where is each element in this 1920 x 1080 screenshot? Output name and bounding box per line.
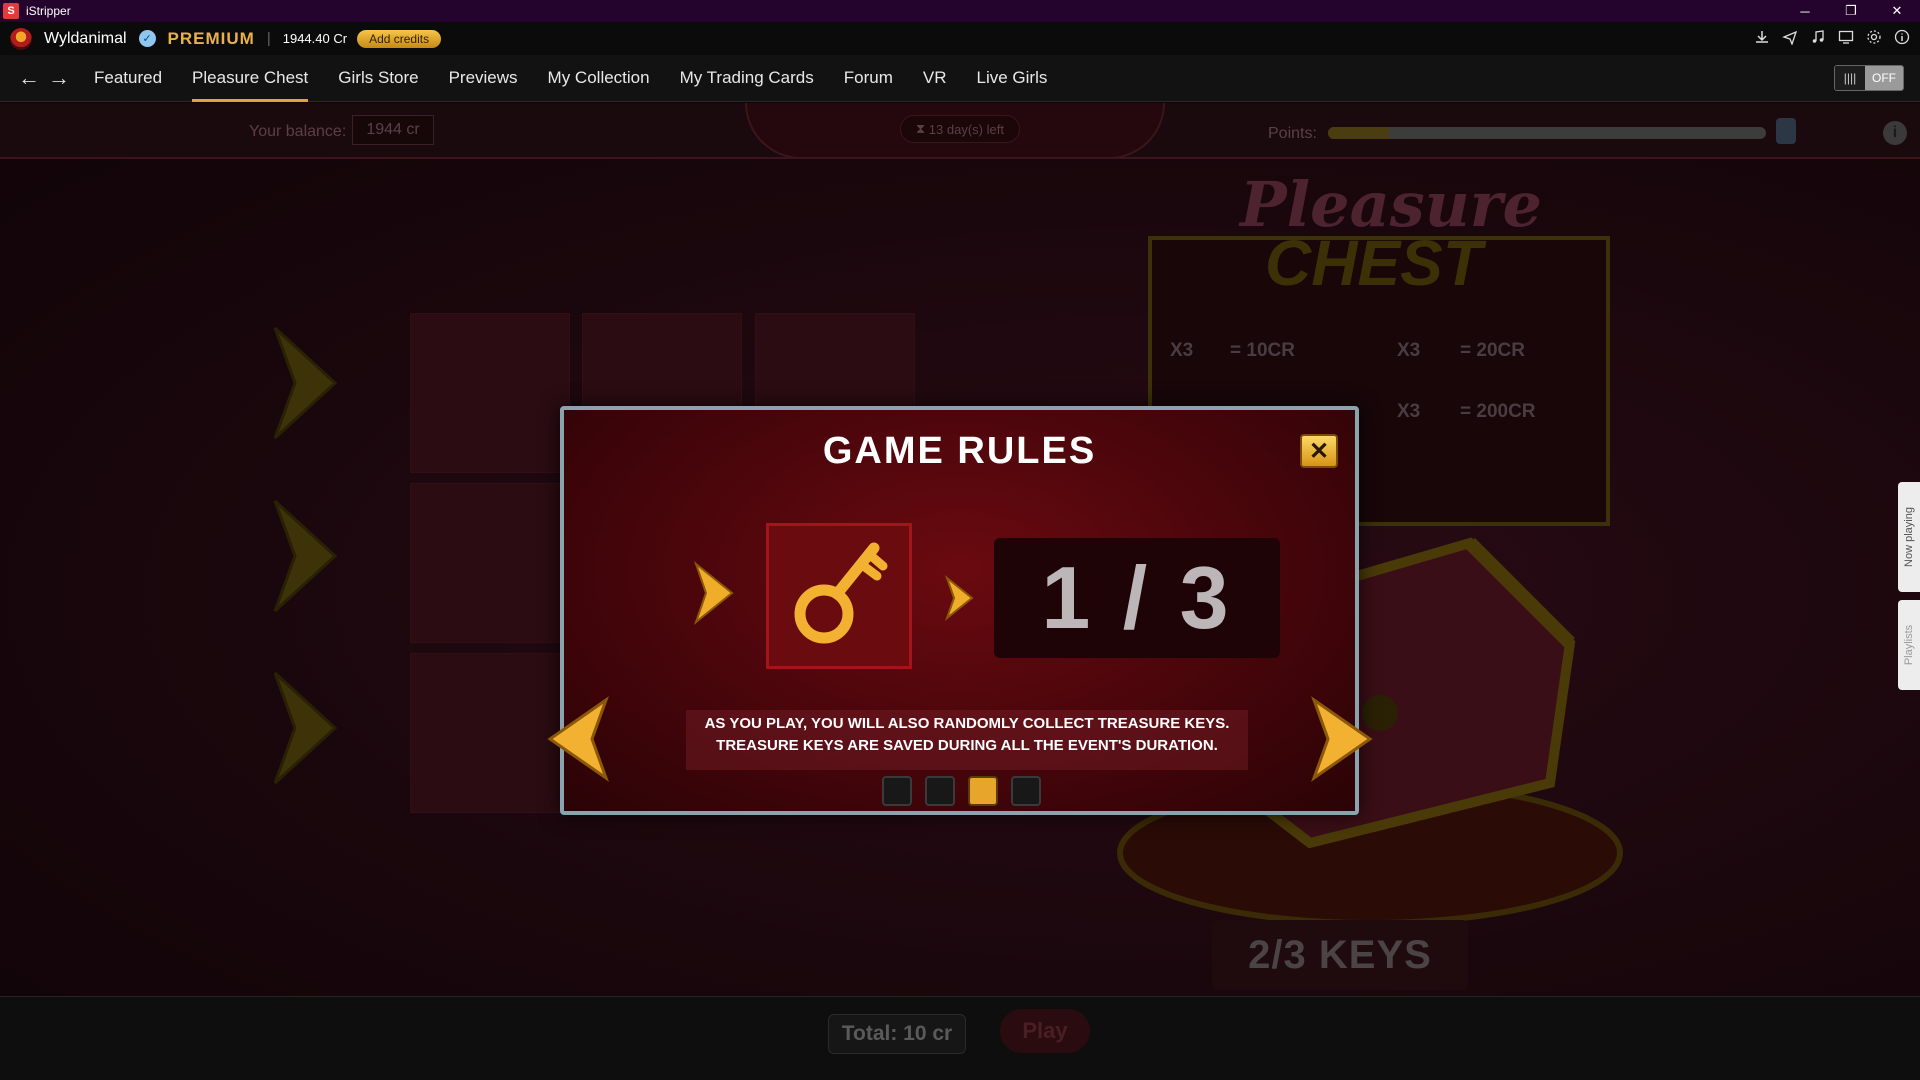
username[interactable]: Wyldanimal: [44, 30, 127, 48]
nav-girls-store[interactable]: Girls Store: [338, 55, 418, 102]
nav-vr[interactable]: VR: [923, 55, 947, 102]
nav-pleasure-chest[interactable]: Pleasure Chest: [192, 55, 309, 102]
toggle-state: OFF: [1865, 66, 1903, 90]
key-tile: [766, 523, 912, 669]
page-dot-active[interactable]: [968, 776, 998, 806]
window-title: iStripper: [26, 4, 71, 18]
keys-counter: 1 / 3: [994, 538, 1280, 658]
page-dot[interactable]: [882, 776, 912, 806]
nav-my-collection[interactable]: My Collection: [548, 55, 650, 102]
bars-icon: ||||: [1835, 66, 1865, 90]
page-indicator: [882, 776, 1041, 806]
play-button[interactable]: Play: [1000, 1009, 1090, 1053]
days-left-text: 13 day(s) left: [928, 121, 1004, 137]
app-logo-icon: S: [3, 3, 19, 19]
small-chevron-icon: [693, 561, 734, 625]
chest-logo: CHEST: [1265, 227, 1482, 299]
row-arrow-icon: [273, 326, 338, 440]
rules-line-1: AS YOU PLAY, YOU WILL ALSO RANDOMLY COLL…: [704, 715, 1230, 732]
slot-reel: [410, 313, 570, 473]
settings-icon[interactable]: [1864, 27, 1884, 47]
back-arrow-icon[interactable]: ←: [14, 65, 44, 91]
prize-value: = 10CR: [1230, 340, 1295, 361]
info-icon[interactable]: [1892, 27, 1912, 47]
bottom-bar: Total: 10 cr Play: [0, 996, 1920, 1080]
prize-value: = 200CR: [1460, 401, 1536, 422]
slot-reel: [410, 483, 570, 643]
close-dialog-button[interactable]: ✕: [1300, 434, 1338, 468]
prize-qty: X3: [1397, 340, 1421, 361]
premium-badge: PREMIUM: [167, 28, 255, 48]
toolbar-icons: [1752, 27, 1912, 47]
display-toggle[interactable]: |||| OFF: [1834, 65, 1904, 91]
total-cost: Total: 10 cr: [828, 1014, 966, 1054]
rules-line-2: TREASURE KEYS ARE SAVED DURING ALL THE E…: [716, 737, 1218, 754]
send-icon[interactable]: [1780, 27, 1800, 47]
now-playing-label: Now playing: [1903, 507, 1916, 567]
verified-icon: ✓: [138, 30, 156, 47]
window-titlebar: S iStripper ─ ❐ ✕: [0, 0, 1920, 22]
game-rules-dialog: GAME RULES ✕ 1 / 3 AS YOU PLAY, YOU WILL…: [560, 406, 1359, 815]
dialog-title: GAME RULES: [822, 430, 1097, 472]
minimize-button[interactable]: ─: [1782, 0, 1828, 22]
monitor-icon[interactable]: [1836, 27, 1856, 47]
prize-qty: X3: [1397, 401, 1421, 422]
playlists-tab[interactable]: Playlists: [1898, 600, 1920, 690]
points-progress-bar: [1328, 127, 1766, 139]
golden-key-icon: [794, 542, 888, 644]
info-icon[interactable]: i: [1883, 121, 1907, 145]
nav-previews[interactable]: Previews: [449, 55, 518, 102]
playlists-label: Playlists: [1903, 624, 1915, 666]
game-header: Your balance: 1944 cr ⧗ 13 day(s) left P…: [0, 103, 1920, 159]
restore-button[interactable]: ❐: [1828, 0, 1874, 22]
small-chevron-icon: [944, 575, 974, 621]
divider: |: [266, 30, 271, 47]
credits-value: 1944.40 Cr: [282, 31, 348, 46]
hourglass-icon: ⧗: [916, 121, 929, 136]
points-progress-fill: [1328, 127, 1390, 139]
nav-featured[interactable]: Featured: [94, 55, 162, 102]
page-dot[interactable]: [1011, 776, 1041, 806]
prize-qty: X3: [1170, 340, 1194, 361]
nav-my-trading-cards[interactable]: My Trading Cards: [680, 55, 814, 102]
rules-description: AS YOU PLAY, YOU WILL ALSO RANDOMLY COLL…: [686, 710, 1248, 770]
music-icon[interactable]: [1808, 27, 1828, 47]
nav-live-girls[interactable]: Live Girls: [977, 55, 1048, 102]
now-playing-tab[interactable]: Now playing: [1898, 482, 1920, 592]
main-navigation: ← → Featured Pleasure Chest Girls Store …: [0, 55, 1920, 102]
balance-value: 1944 cr: [352, 115, 434, 145]
trophy-icon: [1776, 118, 1796, 144]
previous-page-arrow-icon[interactable]: [542, 694, 612, 784]
row-arrow-icon: [273, 671, 338, 785]
row-arrow-icon: [273, 499, 338, 613]
forward-arrow-icon[interactable]: →: [44, 65, 74, 91]
next-page-arrow-icon[interactable]: [1308, 694, 1378, 784]
nav-forum[interactable]: Forum: [844, 55, 893, 102]
balance-label: Your balance:: [249, 123, 347, 140]
close-window-button[interactable]: ✕: [1874, 0, 1920, 22]
window-controls: ─ ❐ ✕: [1782, 0, 1920, 22]
account-bar: Wyldanimal ✓ PREMIUM | 1944.40 Cr Add cr…: [0, 22, 1920, 55]
keys-status: 2/3 KEYS: [1212, 920, 1468, 990]
points-label: Points:: [1268, 125, 1317, 142]
days-left-badge: ⧗ 13 day(s) left: [900, 115, 1020, 143]
page-dot[interactable]: [925, 776, 955, 806]
download-icon[interactable]: [1752, 27, 1772, 47]
avatar[interactable]: [10, 27, 32, 50]
prize-value: = 20CR: [1460, 340, 1525, 361]
add-credits-button[interactable]: Add credits: [357, 29, 442, 48]
